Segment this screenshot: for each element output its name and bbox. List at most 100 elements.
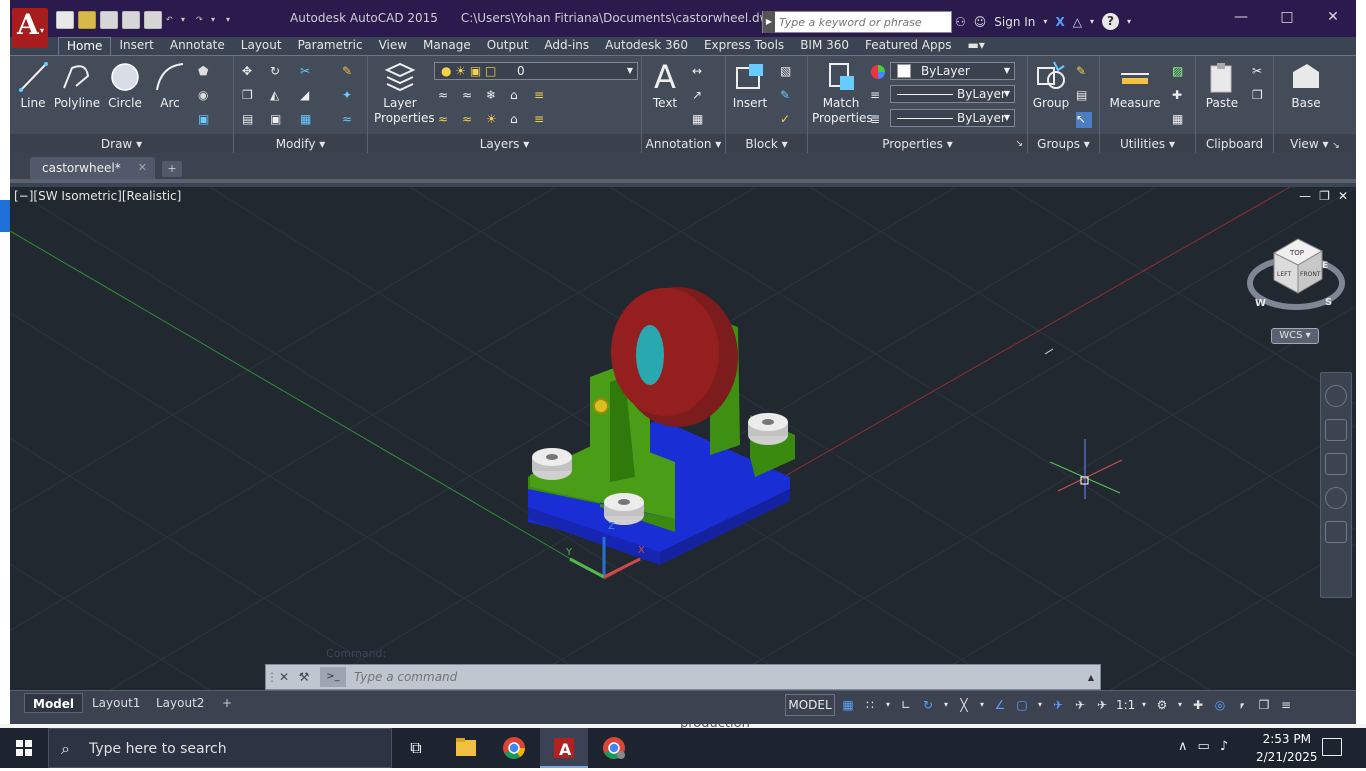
workspace-gear-icon[interactable]: ⚙ (1154, 697, 1170, 713)
help-dropdown-icon[interactable]: ▾ (1127, 17, 1131, 26)
layer-unlock-icon[interactable]: ⌂ (510, 112, 526, 128)
ungroup-icon[interactable]: ✎ (1076, 64, 1092, 80)
array-icon[interactable]: ▦ (300, 112, 316, 128)
tab-view[interactable]: View (371, 37, 415, 55)
document-tab-castorwheel[interactable]: castorwheel* ✕ (30, 157, 155, 179)
autocad-taskbar-icon[interactable]: A (540, 728, 588, 768)
tab-featured-apps[interactable]: Featured Apps (857, 37, 959, 55)
layer-match-icon[interactable]: ≡ (534, 88, 550, 104)
properties-panel-title[interactable]: Properties ▾ ↘ (808, 134, 1027, 154)
table-icon[interactable]: ▦ (692, 112, 708, 128)
annotation-scale-value[interactable]: 1:1 (1116, 697, 1135, 713)
linetype-icon[interactable]: ≡ (870, 88, 886, 104)
layer-off-icon[interactable]: ≈ (462, 88, 478, 104)
command-customize-icon[interactable]: ⚒ (294, 670, 314, 684)
isodraft-dropdown-icon[interactable]: ▾ (978, 697, 986, 713)
id-point-icon[interactable]: ✚ (1172, 88, 1188, 104)
exchange-apps-icon[interactable]: X (1055, 15, 1064, 29)
layout-tab-layout2[interactable]: Layout2 (148, 693, 212, 713)
viewport-restore-icon[interactable]: ❐ (1319, 189, 1330, 203)
drawing-viewport[interactable]: Z Y X TOP LEFT FRONT W S E [−][SW Isomet… (10, 187, 1356, 690)
new-layout-icon[interactable]: + (214, 693, 240, 713)
draw-panel-title[interactable]: Draw ▾ (10, 134, 233, 154)
rotate-icon[interactable]: ↻ (270, 64, 286, 80)
battery-icon[interactable]: ▭ (1198, 739, 1210, 754)
group-edit-icon[interactable]: ▤ (1076, 88, 1092, 104)
search-expand-icon[interactable]: ▶ (763, 11, 775, 33)
tab-home[interactable]: Home (58, 37, 112, 55)
sign-in-button[interactable]: Sign In (994, 15, 1035, 29)
scale-icon[interactable]: ▣ (270, 112, 286, 128)
a360-dropdown-icon[interactable]: ▾ (1090, 17, 1094, 26)
polyline-button[interactable]: Polyline (52, 60, 102, 111)
close-icon[interactable]: ✕ (1310, 0, 1356, 34)
hatch-icon[interactable]: ◉ (198, 88, 214, 104)
tab-manage[interactable]: Manage (415, 37, 479, 55)
hardware-acceleration-icon[interactable]: ◎ (1212, 697, 1228, 713)
fillet-icon[interactable]: ◢ (300, 88, 316, 104)
clipboard-panel-title[interactable]: Clipboard (1196, 134, 1273, 154)
redo-icon[interactable]: ↷ (196, 11, 207, 29)
copy-clip-icon[interactable]: ❐ (1252, 88, 1268, 104)
insert-button[interactable]: Insert (730, 60, 770, 111)
calculator-icon[interactable]: ▦ (1172, 112, 1188, 128)
chrome-profile-icon[interactable] (590, 728, 638, 768)
help-search-input[interactable] (775, 13, 947, 31)
save-icon[interactable] (100, 11, 118, 29)
layer-lock-icon[interactable]: ⌂ (510, 88, 526, 104)
notification-icon[interactable] (1322, 738, 1342, 756)
help-icon[interactable]: ? (1101, 13, 1119, 30)
explode-icon[interactable]: ✦ (342, 88, 358, 104)
infer-constraints-icon[interactable]: ∟ (898, 697, 914, 713)
plot-icon[interactable] (144, 11, 162, 29)
redo-dropdown-icon[interactable]: ▾ (211, 11, 222, 29)
open-file-icon[interactable] (78, 11, 96, 29)
chrome-icon[interactable] (490, 728, 538, 768)
file-explorer-icon[interactable] (442, 728, 490, 768)
annotation-panel-title[interactable]: Annotation ▾ (642, 134, 725, 154)
layer-walk-icon[interactable]: ≡ (534, 112, 550, 128)
tab-output[interactable]: Output (479, 37, 537, 55)
modify-panel-title[interactable]: Modify ▾ (234, 134, 367, 154)
layer-properties-button[interactable]: Layer Properties (374, 60, 435, 126)
trim-icon[interactable]: ✂ (300, 64, 316, 80)
layer-isolate-icon[interactable]: ≈ (438, 88, 454, 104)
application-menu-button[interactable]: A ▾ (12, 8, 48, 48)
taskbar-search[interactable]: ⌕ Type here to search (48, 728, 392, 768)
groups-panel-title[interactable]: Groups ▾ (1028, 134, 1099, 154)
leader-icon[interactable]: ↗ (692, 88, 708, 104)
new-file-icon[interactable] (56, 11, 74, 29)
create-block-icon[interactable]: ▧ (780, 64, 796, 80)
object-snap-tracking-icon[interactable]: ∠ (992, 697, 1008, 713)
model-space-button[interactable]: MODEL (785, 694, 835, 716)
user-icon[interactable]: ☺ (974, 15, 987, 29)
move-icon[interactable]: ✥ (242, 64, 258, 80)
new-tab-button[interactable]: + (162, 161, 182, 177)
showmotion-icon[interactable] (1325, 521, 1347, 543)
dimension-icon[interactable]: ↔ (692, 64, 708, 80)
binoculars-icon[interactable]: ⚇ (955, 15, 966, 29)
utilities-panel-title[interactable]: Utilities ▾ (1100, 134, 1195, 154)
gradient-icon[interactable]: ▣ (198, 112, 214, 128)
edit-attributes-icon[interactable]: ✓ (780, 112, 796, 128)
quick-select-icon[interactable]: ▨ (1172, 64, 1188, 80)
grip-icon[interactable]: ⋮ (266, 670, 278, 684)
copy-icon[interactable]: ❐ (242, 88, 258, 104)
zoom-extents-icon[interactable] (1325, 453, 1347, 475)
line-button[interactable]: Line (16, 60, 50, 111)
annotation-scale-icon[interactable]: ✈ (1094, 697, 1110, 713)
command-close-icon[interactable]: ✕ (274, 670, 294, 684)
start-button[interactable] (0, 728, 48, 768)
scale-dropdown-icon[interactable]: ▾ (1140, 697, 1148, 713)
viewport-minimize-icon[interactable]: — (1299, 189, 1311, 203)
group-button[interactable]: Group (1032, 60, 1070, 111)
customize-status-icon[interactable]: ≡ (1278, 697, 1294, 713)
layers-panel-title[interactable]: Layers ▾ (368, 134, 641, 154)
tab-insert[interactable]: Insert (111, 37, 161, 55)
task-view-icon[interactable]: ⧉ (392, 728, 440, 768)
clean-screen-icon[interactable]: ❐ (1256, 697, 1272, 713)
layer-on-all-icon[interactable]: ≈ (462, 112, 478, 128)
tab-express-tools[interactable]: Express Tools (696, 37, 792, 55)
block-panel-title[interactable]: Block ▾ (726, 134, 807, 154)
tab-add-ins[interactable]: Add-ins (536, 37, 597, 55)
